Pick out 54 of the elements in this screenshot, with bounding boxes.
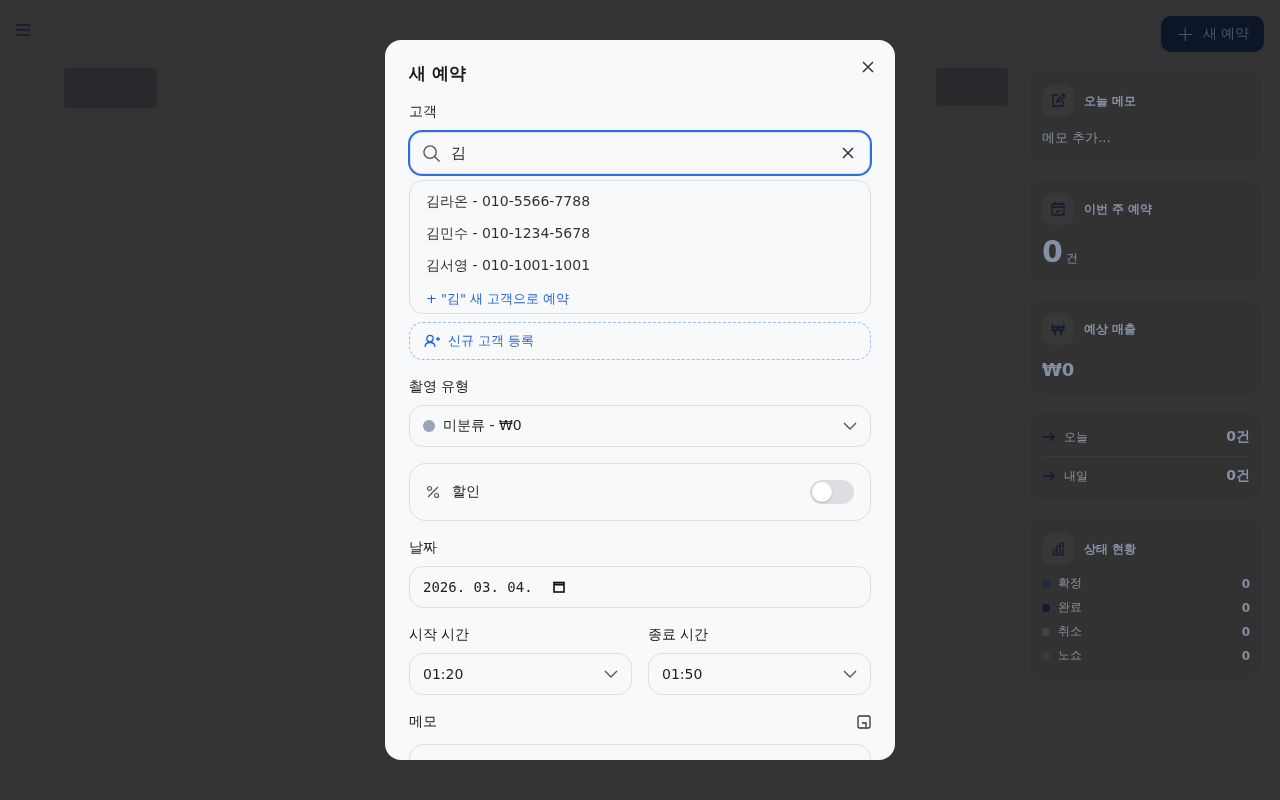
upcoming-label: 내일	[1064, 467, 1089, 485]
status-label: 노쇼	[1058, 647, 1083, 664]
arrow-icon	[1042, 470, 1056, 482]
status-label: 취소	[1058, 623, 1083, 640]
status-label: 확정	[1058, 575, 1083, 592]
field-label: 촬영 유형	[409, 378, 471, 396]
won-icon	[1042, 313, 1074, 345]
customer-option[interactable]: 김민수 - 010-1234-5678	[410, 218, 870, 250]
new-customer-option[interactable]: + "김" 새 고객으로 예약	[410, 282, 870, 308]
customer-search-field[interactable]: 김	[408, 130, 872, 176]
calendar-icon[interactable]	[552, 581, 565, 593]
memo-input[interactable]: 메모 추가...	[1042, 129, 1250, 147]
card-title: 예상 매출	[1084, 320, 1137, 338]
start-time-select[interactable]: 01:20	[409, 653, 632, 695]
calendar-icon	[1042, 193, 1074, 225]
card-title: 오늘 메모	[1084, 92, 1137, 110]
week-count: 0	[1042, 237, 1063, 267]
shoot-type-select[interactable]: 미분류 - ₩0	[409, 405, 871, 447]
clear-icon[interactable]	[842, 147, 854, 159]
revenue-amount: ₩0	[1042, 359, 1076, 380]
field-label: 고객	[409, 103, 438, 121]
discount-toggle[interactable]	[810, 480, 854, 504]
customer-option[interactable]: 김서영 - 010-1001-1001	[410, 250, 870, 282]
add-user-icon	[424, 334, 440, 348]
end-time-select[interactable]: 01:50	[648, 653, 871, 695]
status-count: 0	[1241, 624, 1250, 639]
field-label: 메모	[409, 713, 437, 731]
status-label: 완료	[1058, 599, 1083, 616]
upcoming-count: 0건	[1226, 467, 1250, 485]
count-unit: 건	[1065, 250, 1078, 267]
chevron-down-icon	[843, 670, 857, 678]
chevron-down-icon	[843, 422, 857, 430]
upcoming-count: 0건	[1226, 428, 1250, 446]
card-title: 이번 주 예약	[1084, 200, 1153, 218]
card-title: 상태 현황	[1084, 540, 1137, 558]
arrow-icon	[1042, 431, 1056, 443]
chevron-down-icon	[604, 670, 618, 678]
date-field[interactable]: 2026. 03. 04.	[409, 566, 871, 608]
upcoming-label: 오늘	[1064, 428, 1089, 446]
percent-icon	[426, 485, 440, 499]
memo-icon	[1042, 85, 1074, 117]
field-label: 날짜	[409, 539, 438, 557]
dialog-title: 새 예약	[409, 62, 466, 85]
status-count: 0	[1241, 648, 1250, 663]
bar-chart-icon	[1042, 533, 1074, 565]
search-icon	[422, 143, 441, 163]
field-label: 종료 시간	[648, 626, 710, 644]
discount-label: 할인	[452, 483, 481, 501]
status-count: 0	[1241, 600, 1250, 615]
note-icon[interactable]	[857, 715, 871, 729]
register-customer-button[interactable]: 신규 고객 등록	[409, 322, 871, 360]
status-count: 0	[1241, 576, 1250, 591]
field-label: 시작 시간	[409, 626, 471, 644]
customer-option[interactable]: 김라온 - 010-5566-7788	[410, 186, 870, 218]
